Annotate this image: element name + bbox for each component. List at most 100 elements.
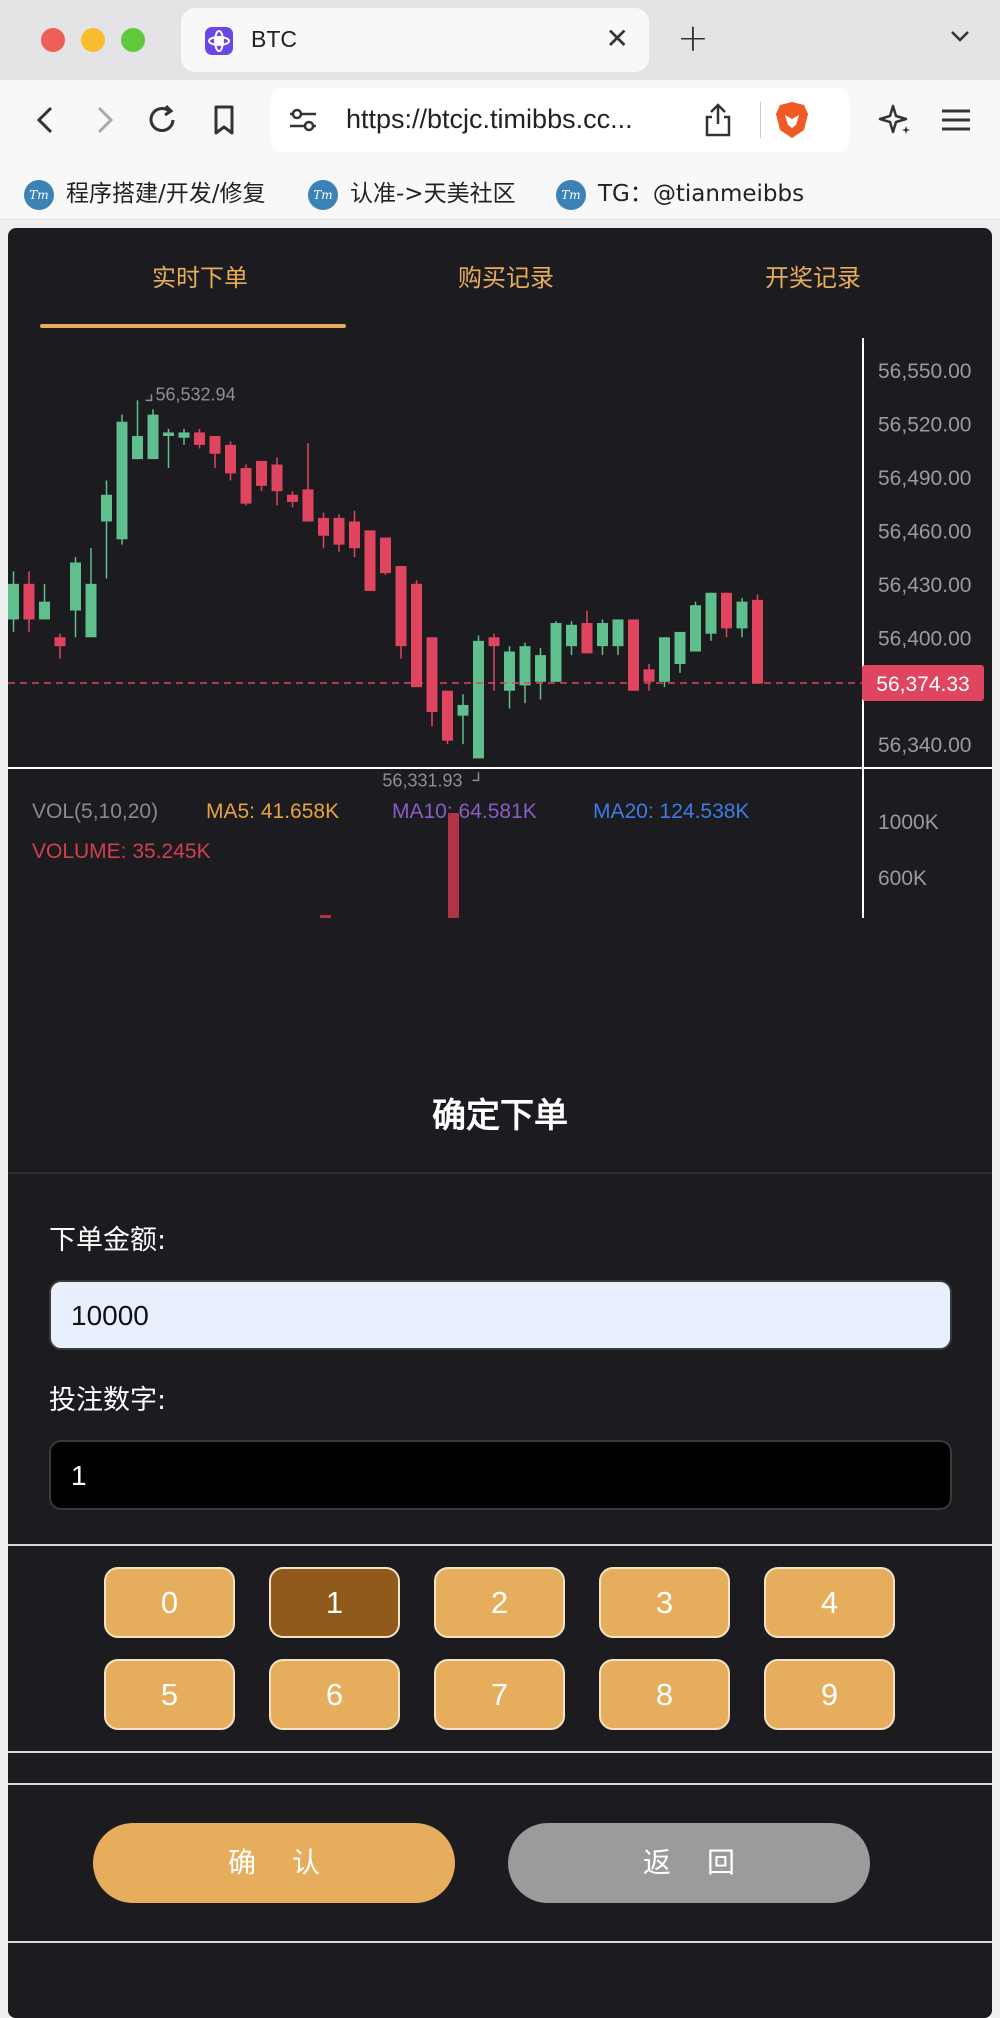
candle-body: [519, 646, 531, 686]
price-tick-label: 56,490.00: [878, 467, 971, 490]
high-marker-arrow: [145, 394, 153, 402]
candle-body: [643, 669, 655, 682]
candle-body: [333, 517, 345, 545]
candle-body: [736, 601, 748, 629]
volume-bar: [320, 915, 331, 918]
url-text[interactable]: https://btcjc.timibbs.cc...: [346, 104, 633, 135]
menu-hamburger-icon[interactable]: [936, 100, 976, 140]
digit-button-2[interactable]: 2: [434, 1567, 565, 1638]
confirm-button[interactable]: 确认: [93, 1823, 455, 1903]
tab-list-chevron-down-icon[interactable]: [948, 24, 972, 52]
candle-body: [318, 517, 329, 536]
candle-body: [690, 605, 701, 652]
candle-body: [752, 599, 763, 684]
price-tick-label: 56,550.00: [878, 360, 971, 383]
bookmark-label: 认准->天美社区: [350, 181, 516, 207]
candle-body: [721, 592, 732, 629]
reload-icon[interactable]: [142, 100, 182, 140]
candle-body: [628, 619, 639, 691]
divider: [8, 1941, 992, 1943]
digit-button-0[interactable]: 0: [104, 1567, 235, 1638]
candle-body: [101, 494, 112, 522]
candle-body: [504, 651, 515, 691]
vol-indicator-label: VOL(5,10,20): [32, 800, 158, 823]
candle-body: [349, 521, 360, 549]
bet-number-input[interactable]: 1: [49, 1440, 952, 1510]
candle-body: [550, 623, 562, 682]
digit-button-4[interactable]: 4: [764, 1567, 895, 1638]
volume-tick-label: 1000K: [878, 811, 939, 834]
site-settings-icon[interactable]: [288, 104, 318, 140]
candle-body: [488, 637, 500, 647]
window-close-button[interactable]: [41, 28, 65, 52]
bookmark-label: 程序搭建/开发/修复: [66, 181, 266, 207]
active-tab-indicator: [40, 324, 346, 328]
high-price-marker: 56,532.94: [156, 384, 236, 404]
digit-button-6[interactable]: 6: [269, 1659, 400, 1730]
ma10-label: MA10: 64.581K: [392, 800, 537, 823]
candle-body: [426, 637, 438, 713]
action-row: 确认 返回: [8, 1823, 992, 1903]
candle-body: [70, 562, 81, 611]
window-minimize-button[interactable]: [81, 28, 105, 52]
bet-number-label: 投注数字:: [49, 1385, 167, 1416]
divider: [8, 1172, 992, 1174]
share-icon[interactable]: [702, 102, 734, 142]
candle-body: [163, 432, 174, 436]
address-bar[interactable]: https://btcjc.timibbs.cc...: [270, 88, 850, 152]
digit-button-7[interactable]: 7: [434, 1659, 565, 1730]
tab-close-icon[interactable]: ✕: [606, 22, 629, 55]
bookmark-item[interactable]: Tm TG：@tianmeibbs: [556, 174, 804, 210]
candle-body: [85, 583, 97, 638]
order-sheet: 确定下单 下单金额: 10000 投注数字: 1 0 1 2 3 4 5 6 7…: [8, 1048, 992, 2018]
tm-logo-icon: Tm: [24, 179, 54, 210]
amount-input[interactable]: 10000: [49, 1280, 952, 1350]
candle-body: [674, 631, 686, 664]
candle-body: [535, 655, 546, 682]
back-button[interactable]: 返回: [508, 1823, 870, 1903]
candle-body: [23, 583, 35, 620]
back-arrow-icon[interactable]: [26, 100, 66, 140]
ai-sparkle-icon[interactable]: [876, 100, 916, 140]
candle-body: [364, 530, 376, 591]
digit-button-9[interactable]: 9: [764, 1659, 895, 1730]
new-tab-button[interactable]: +: [677, 16, 709, 60]
candle-body: [411, 583, 422, 688]
tab-purchase-records[interactable]: 购买记录: [356, 258, 656, 293]
site-favicon-icon: [205, 27, 233, 55]
browser-tab[interactable]: BTC ✕: [181, 8, 649, 72]
digit-button-1[interactable]: 1: [269, 1567, 400, 1638]
candle-body: [581, 623, 593, 654]
candle-body: [116, 421, 128, 540]
candlestick-chart[interactable]: 56,550.00 56,520.00 56,490.00 56,460.00 56,4…: [8, 338, 992, 1048]
bookmark-icon[interactable]: [204, 100, 244, 140]
bookmarks-bar: Tm 程序搭建/开发/修复 Tm 认准->天美社区 Tm TG：@tianmeibbs: [0, 160, 1000, 220]
candle-body: [271, 464, 283, 492]
candle-body: [473, 640, 484, 759]
forward-arrow-icon[interactable]: [84, 100, 124, 140]
browser-tab-bar: BTC ✕ +: [0, 0, 1000, 80]
candle-body: [287, 494, 298, 502]
digit-button-3[interactable]: 3: [599, 1567, 730, 1638]
bookmark-item[interactable]: Tm 程序搭建/开发/修复: [24, 174, 266, 210]
amount-label: 下单金额:: [49, 1225, 167, 1256]
digit-button-8[interactable]: 8: [599, 1659, 730, 1730]
candle-body: [597, 623, 608, 647]
app-container: 实时下单 购买记录 开奖记录 56,550.00 56,520.00 56,490.…: [8, 228, 992, 2018]
tab-draw-records[interactable]: 开奖记录: [663, 258, 963, 293]
candle-body: [147, 414, 159, 460]
candle-body: [612, 619, 624, 647]
digit-button-5[interactable]: 5: [104, 1659, 235, 1730]
ma20-label: MA20: 124.538K: [593, 800, 749, 823]
volume-label: VOLUME: 35.245K: [32, 840, 211, 863]
candle-body: [380, 537, 391, 574]
window-zoom-button[interactable]: [121, 28, 145, 52]
candle-body: [442, 690, 453, 741]
bookmark-item[interactable]: Tm 认准->天美社区: [308, 174, 516, 210]
candle-body: [178, 432, 190, 438]
candle-body: [566, 624, 577, 647]
tab-realtime-order[interactable]: 实时下单: [50, 258, 350, 293]
brave-shields-icon[interactable]: [774, 100, 810, 140]
url-divider: [760, 102, 761, 138]
order-sheet-title: 确定下单: [432, 1096, 568, 1136]
